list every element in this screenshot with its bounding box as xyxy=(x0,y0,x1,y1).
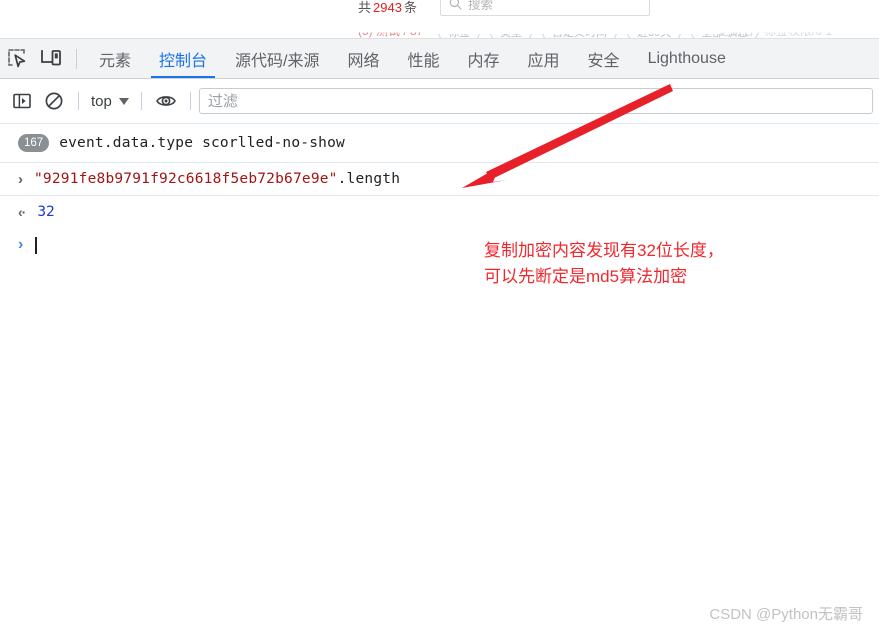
text-cursor xyxy=(35,236,37,254)
page-clipped-filter-row: (5) 测试 / 87 标签 类型 自定义时间 近30天 全部 状态 更新名 /… xyxy=(0,22,879,38)
console-toolbar: top xyxy=(0,79,879,124)
result-count-suffix: 条 xyxy=(403,0,417,15)
console-message-row[interactable]: 167 event.data.type scorlled-no-show xyxy=(0,124,879,163)
clipped-right-text: 更新名 / 标签权限/0 1 xyxy=(718,24,833,38)
search-icon xyxy=(449,0,462,10)
live-expression-button[interactable] xyxy=(150,86,182,116)
page-result-count-row: 共 2943 条 搜索 xyxy=(0,0,879,21)
result-count-prefix: 共 xyxy=(358,0,372,15)
console-result-row[interactable]: ‹· 32 xyxy=(0,196,879,228)
inspect-element-button[interactable] xyxy=(0,39,34,78)
result-count: 共 2943 条 xyxy=(358,0,417,16)
tabbar-divider xyxy=(76,48,77,69)
device-toolbar-button[interactable] xyxy=(34,39,68,78)
tab-security[interactable]: 安全 xyxy=(574,39,634,78)
message-repeat-badge: 167 xyxy=(18,134,50,152)
clipped-pill: 类型 xyxy=(490,34,532,38)
console-sidebar-icon xyxy=(13,93,31,109)
tab-label: 应用 xyxy=(527,52,560,70)
tab-label: 源代码/来源 xyxy=(235,52,320,70)
result-count-value: 2943 xyxy=(373,0,402,15)
console-input-expression: "9291fe8b9791f92c6618f5eb72b67e9e".lengt… xyxy=(34,171,400,187)
toolbar-divider xyxy=(140,92,142,110)
console-input-echo-row[interactable]: › "9291fe8b9791f92c6618f5eb72b67e9e".len… xyxy=(0,163,879,196)
tab-lighthouse[interactable]: Lighthouse xyxy=(634,39,740,78)
tab-label: 性能 xyxy=(407,52,440,70)
console-prompt-row[interactable]: › xyxy=(0,228,879,262)
input-chevron-icon: › xyxy=(18,170,23,188)
page-search-box[interactable]: 搜索 xyxy=(440,0,650,16)
tab-console[interactable]: 控制台 xyxy=(145,39,221,78)
live-expression-eye-icon xyxy=(155,96,176,106)
background-page-strip: 共 2943 条 搜索 (5) 测试 / 87 标签 类型 自定义时间 近30天 全… xyxy=(0,0,879,38)
tab-elements[interactable]: 元素 xyxy=(85,39,145,78)
tab-network[interactable]: 网络 xyxy=(333,39,393,78)
device-toolbar-icon xyxy=(41,50,61,66)
clipped-pill: 标签 xyxy=(438,34,480,38)
console-message-list: 167 event.data.type scorlled-no-show › "… xyxy=(0,124,879,632)
clipped-pill: 近30天 xyxy=(627,34,682,38)
tab-application[interactable]: 应用 xyxy=(514,39,574,78)
annotation-line-1: 复制加密内容发现有32位长度， xyxy=(484,241,724,260)
tab-label: Lighthouse xyxy=(647,49,726,67)
prompt-chevron-icon: › xyxy=(18,236,24,253)
clear-console-icon xyxy=(45,92,63,110)
console-sidebar-toggle[interactable] xyxy=(6,86,38,116)
input-string-literal: "9291fe8b9791f92c6618f5eb72b67e9e" xyxy=(34,171,338,187)
csdn-watermark: CSDN @Python无霸哥 xyxy=(709,606,863,623)
console-filter-input[interactable] xyxy=(198,88,873,114)
tab-label: 安全 xyxy=(587,52,620,70)
chevron-down-icon xyxy=(118,97,129,105)
execution-context-selector[interactable]: top xyxy=(87,93,133,110)
clipped-filter-pills: 标签 类型 自定义时间 近30天 全部 状态 xyxy=(438,34,759,38)
tab-label: 内存 xyxy=(467,52,500,70)
toolbar-divider xyxy=(189,92,191,110)
tab-performance[interactable]: 性能 xyxy=(394,39,454,78)
tab-label: 元素 xyxy=(99,52,132,70)
tab-label: 网络 xyxy=(347,52,380,70)
devtools-tab-bar: 元素 控制台 源代码/来源 网络 性能 内存 应用 安全 Lighthouse xyxy=(0,38,879,79)
clipped-left-text: (5) 测试 / 87 xyxy=(358,24,424,38)
annotation-line-2: 可以先断定是md5算法加密 xyxy=(484,267,688,286)
toolbar-divider xyxy=(78,92,79,110)
return-arrow-icon: ‹· xyxy=(18,204,26,220)
tab-sources[interactable]: 源代码/来源 xyxy=(221,39,333,78)
annotation-note: 复制加密内容发现有32位长度， 可以先断定是md5算法加密 xyxy=(484,238,724,290)
inspect-element-icon xyxy=(7,49,25,68)
console-message-text: event.data.type scorlled-no-show xyxy=(59,135,345,151)
tab-label: 控制台 xyxy=(159,52,208,70)
execution-context-label: top xyxy=(91,92,112,110)
input-property-access: .length xyxy=(337,171,401,187)
page-search-placeholder: 搜索 xyxy=(468,0,494,12)
tab-memory[interactable]: 内存 xyxy=(454,39,514,78)
clipped-pill: 自定义时间 xyxy=(542,34,617,38)
clear-console-button[interactable] xyxy=(38,86,70,116)
console-result-value: 32 xyxy=(37,204,55,220)
